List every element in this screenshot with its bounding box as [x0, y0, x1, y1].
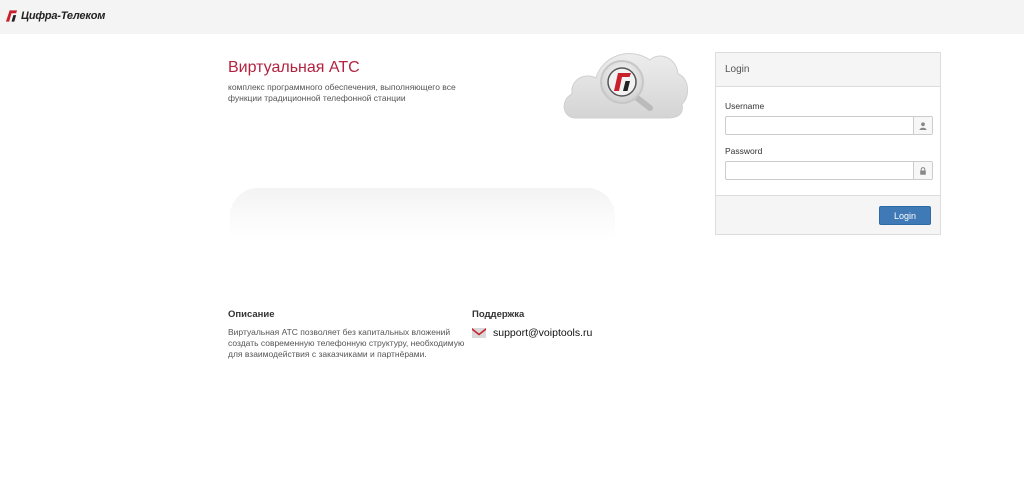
- password-input[interactable]: [726, 162, 913, 179]
- support-email-link[interactable]: support@voiptools.ru: [493, 327, 592, 339]
- username-group: [725, 116, 933, 135]
- username-label: Username: [725, 101, 765, 111]
- mail-icon: [472, 328, 486, 338]
- support-section: Поддержка support@voiptools.ru: [472, 309, 672, 339]
- login-panel-title: Login: [716, 53, 940, 87]
- support-contact: support@voiptools.ru: [472, 327, 672, 339]
- user-icon: [913, 117, 932, 134]
- login-button[interactable]: Login: [879, 206, 931, 225]
- hero-shadow: [230, 188, 615, 242]
- login-form: Username Password: [716, 87, 940, 195]
- description-section: Описание Виртуальная АТС позволяет без к…: [228, 309, 468, 360]
- page-subtitle: комплекс программного обеспечения, выпол…: [228, 82, 456, 103]
- password-group: [725, 161, 933, 180]
- description-title: Описание: [228, 309, 275, 320]
- brand-name: Цифра-Телеком: [21, 10, 106, 22]
- login-footer: Login: [716, 195, 940, 234]
- brand[interactable]: Цифра-Телеком: [5, 9, 105, 23]
- cloud-icon: [563, 53, 688, 119]
- description-text: Виртуальная АТС позволяет без капитальны…: [228, 327, 465, 359]
- page-title: Виртуальная АТС: [228, 59, 360, 76]
- username-input[interactable]: [726, 117, 913, 134]
- login-panel: Login Username Password Login: [715, 52, 941, 235]
- lock-icon: [913, 162, 932, 179]
- support-title: Поддержка: [472, 309, 525, 320]
- password-label: Password: [725, 146, 763, 156]
- brand-logo-icon: [5, 10, 18, 22]
- top-bar: Цифра-Телеком: [0, 0, 1024, 34]
